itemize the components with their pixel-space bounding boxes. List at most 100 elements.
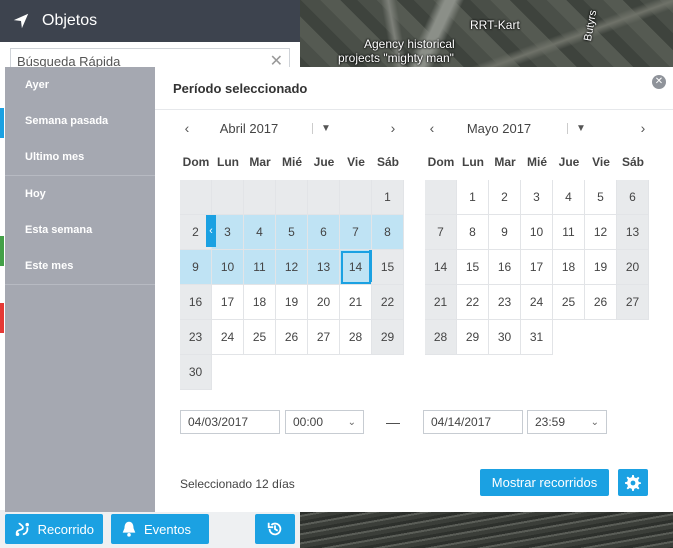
empty-day-cell [340, 355, 372, 390]
day-cell[interactable]: 14 [425, 250, 457, 285]
day-cell[interactable]: 5 [585, 180, 617, 215]
day-cell[interactable]: 6 [308, 215, 340, 250]
prev-month-icon[interactable]: ‹ [180, 120, 194, 136]
day-cell[interactable]: 12 [276, 250, 308, 285]
empty-day-cell [244, 355, 276, 390]
day-cell[interactable]: 25 [244, 320, 276, 355]
preset-this-month[interactable]: Este mes [5, 248, 155, 284]
day-cell[interactable]: 29 [372, 320, 404, 355]
day-cell[interactable]: 8 [457, 215, 489, 250]
day-cell[interactable]: 13 [617, 215, 649, 250]
day-cell[interactable]: 22 [457, 285, 489, 320]
bell-icon [122, 521, 136, 537]
day-cell[interactable]: 26 [276, 320, 308, 355]
preset-today[interactable]: Hoy [5, 176, 155, 212]
preset-this-week[interactable]: Esta semana [5, 212, 155, 248]
preset-last-week[interactable]: Semana pasada [5, 103, 155, 139]
settings-button[interactable] [618, 469, 648, 496]
day-cell[interactable]: 24 [212, 320, 244, 355]
day-cell[interactable]: 17 [212, 285, 244, 320]
range-start-handle[interactable]: ‹ [206, 215, 216, 247]
to-time-select[interactable]: 23:59 ⌄ [527, 410, 607, 434]
weekday-label: Lun [462, 155, 484, 169]
range-separator: — [386, 414, 400, 430]
right-month-nav: ‹ Mayo 2017 ▼ › [425, 117, 650, 139]
day-cell[interactable]: 4 [244, 215, 276, 250]
next-month-icon[interactable]: › [386, 120, 400, 136]
day-cell[interactable]: 2 [489, 180, 521, 215]
chevron-down-icon: ⌄ [347, 416, 356, 428]
day-cell[interactable]: 27 [617, 285, 649, 320]
day-cell[interactable]: 21 [425, 285, 457, 320]
day-cell[interactable]: 20 [308, 285, 340, 320]
day-cell[interactable]: 26 [585, 285, 617, 320]
day-cell[interactable]: 28 [340, 320, 372, 355]
to-date-input[interactable]: 04/14/2017 [423, 410, 523, 434]
day-cell[interactable]: 9 [489, 215, 521, 250]
day-cell[interactable]: 16 [489, 250, 521, 285]
day-cell[interactable]: 22 [372, 285, 404, 320]
day-cell[interactable]: 1 [372, 180, 404, 215]
day-cell[interactable]: 3 [521, 180, 553, 215]
day-cell[interactable]: 14› [340, 250, 379, 285]
day-cell[interactable]: 10 [521, 215, 553, 250]
next-month-icon[interactable]: › [636, 120, 650, 136]
map-label: Agency historical [364, 37, 455, 51]
month-dropdown-icon[interactable]: ▼ [312, 122, 331, 134]
day-cell[interactable]: 15 [457, 250, 489, 285]
left-month-name[interactable]: Abril 2017 [194, 121, 304, 136]
day-cell[interactable]: 6 [617, 180, 649, 215]
day-cell[interactable]: 1 [457, 180, 489, 215]
day-cell[interactable]: 15 [372, 250, 404, 285]
day-cell[interactable]: 13 [308, 250, 340, 285]
day-cell[interactable]: 28 [425, 320, 457, 355]
day-cell[interactable]: 11 [553, 215, 585, 250]
day-cell[interactable]: 11 [244, 250, 276, 285]
day-cell[interactable]: 5 [276, 215, 308, 250]
day-cell[interactable]: 7 [425, 215, 457, 250]
day-cell[interactable]: 29 [457, 320, 489, 355]
date-range-picker: Período seleccionado ✕ ‹ Abril 2017 ▼ › … [155, 67, 673, 512]
from-time-value: 00:00 [293, 415, 324, 429]
chevron-down-icon: ⌄ [590, 416, 599, 428]
day-cell[interactable]: 27 [308, 320, 340, 355]
right-month-name[interactable]: Mayo 2017 [439, 121, 559, 136]
day-cell[interactable]: 31 [521, 320, 553, 355]
day-cell[interactable]: 7 [340, 215, 372, 250]
day-cell[interactable]: 20 [617, 250, 649, 285]
day-cell[interactable]: 17 [521, 250, 553, 285]
day-cell[interactable]: 12 [585, 215, 617, 250]
day-cell[interactable]: 19 [585, 250, 617, 285]
from-time-select[interactable]: 00:00 ⌄ [285, 410, 364, 434]
history-button[interactable] [255, 514, 295, 544]
day-cell[interactable]: 18 [244, 285, 276, 320]
day-cell[interactable]: 23 [180, 320, 212, 355]
weekday-label: Jue [558, 155, 580, 169]
weekday-label: Vie [592, 155, 610, 169]
preset-last-month[interactable]: Ultimo mes [5, 139, 155, 175]
day-cell[interactable]: 30 [489, 320, 521, 355]
show-routes-button[interactable]: Mostrar recorridos [480, 469, 609, 496]
day-cell[interactable]: 23 [489, 285, 521, 320]
day-cell[interactable]: 19 [276, 285, 308, 320]
day-cell[interactable]: 16 [180, 285, 212, 320]
preset-yesterday[interactable]: Ayer [5, 67, 155, 103]
events-button-label: Eventos [144, 521, 191, 537]
map-label: RRT-Kart [470, 18, 520, 32]
day-cell[interactable]: 25 [553, 285, 585, 320]
day-cell[interactable]: 18 [553, 250, 585, 285]
day-cell[interactable]: 3 ‹ [206, 215, 244, 250]
events-button[interactable]: Eventos [111, 514, 209, 544]
from-date-input[interactable]: 04/03/2017 [180, 410, 280, 434]
close-icon[interactable]: ✕ [652, 75, 666, 89]
day-cell[interactable]: 4 [553, 180, 585, 215]
route-button[interactable]: Recorrido [5, 514, 103, 544]
day-cell[interactable]: 10 [212, 250, 244, 285]
day-cell[interactable]: 8 [372, 215, 404, 250]
month-dropdown-icon[interactable]: ▼ [567, 122, 586, 134]
day-cell[interactable]: 30 [180, 355, 212, 390]
day-cell[interactable]: 9 [180, 250, 212, 285]
day-cell[interactable]: 24 [521, 285, 553, 320]
day-cell[interactable]: 21 [340, 285, 372, 320]
prev-month-icon[interactable]: ‹ [425, 120, 439, 136]
